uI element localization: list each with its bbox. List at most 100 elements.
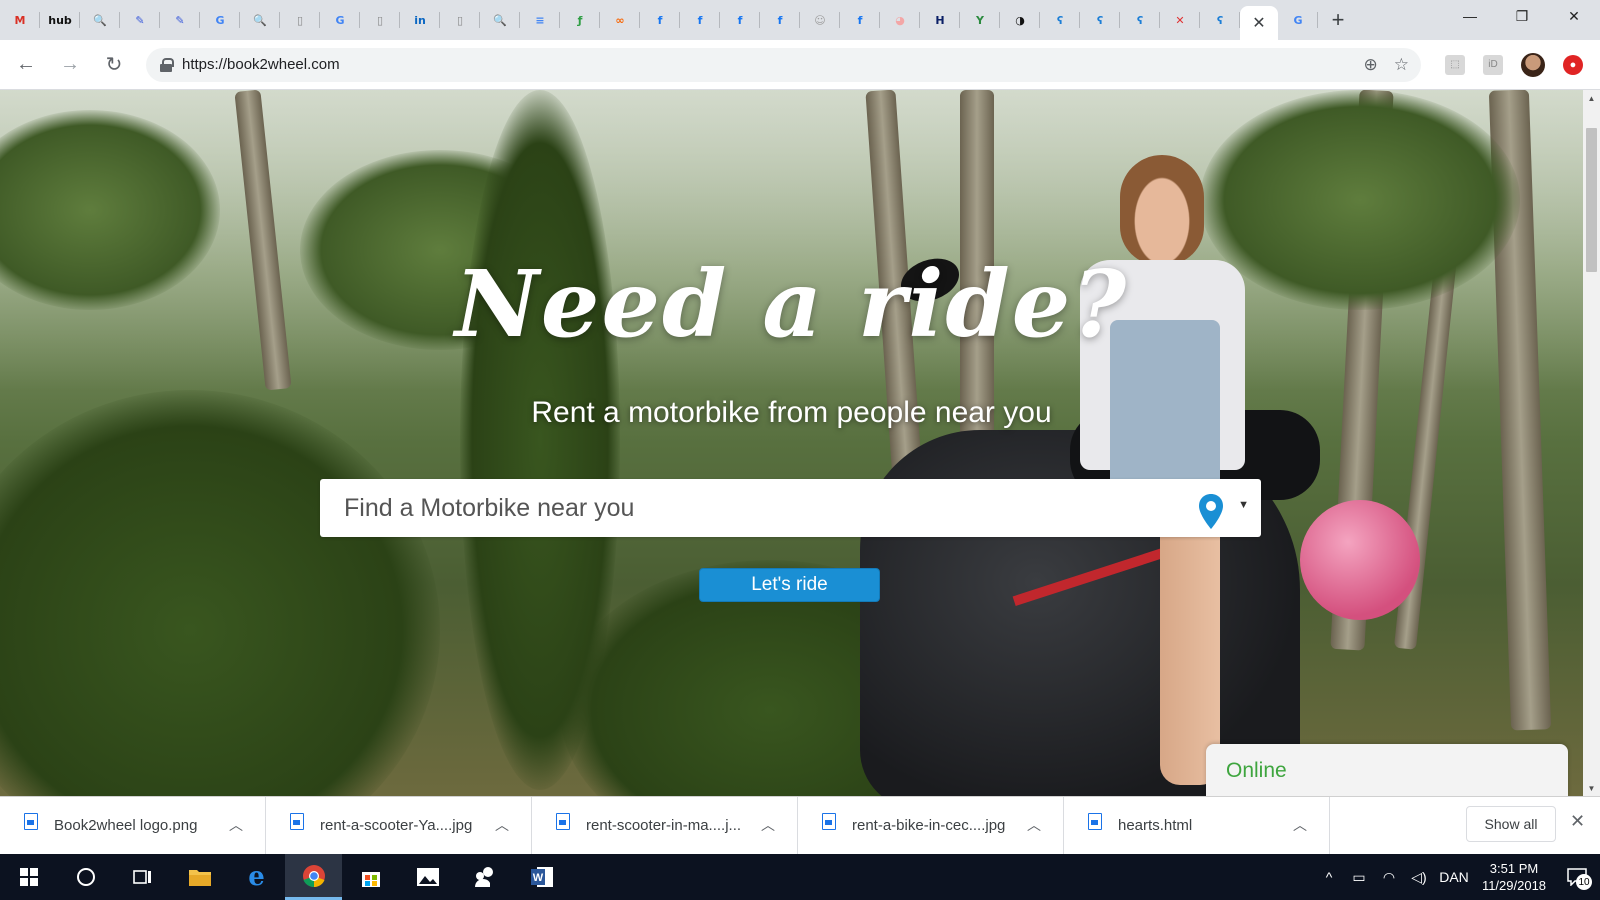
tab[interactable]: f [840,0,880,40]
tab[interactable]: 🔍 [480,0,520,40]
tab[interactable]: 🔍 [80,0,120,40]
link-icon: ∞ [615,13,625,27]
tab[interactable]: ✎ [160,0,200,40]
show-hidden-icons-icon[interactable]: ^ [1314,869,1344,885]
tab[interactable]: ʕ [1200,0,1240,40]
wifi-icon[interactable]: ◠ [1374,869,1404,886]
tab[interactable]: ʕ [1120,0,1160,40]
tab[interactable]: ʕ [1040,0,1080,40]
tab[interactable]: ▯ [360,0,400,40]
cortana-search-button[interactable] [57,854,114,900]
input-language[interactable]: DAN [1434,869,1474,885]
chevron-up-icon[interactable]: ︿ [229,815,243,835]
chevron-up-icon[interactable]: ︿ [1293,815,1307,835]
address-bar[interactable]: https://book2wheel.com ⊕ ☆ [146,47,1421,82]
dropdown-caret-icon[interactable]: ▼ [1238,499,1249,511]
chat-widget[interactable]: Online [1206,744,1568,796]
bookmark-star-icon[interactable]: ☆ [1394,55,1409,75]
scroll-up-icon[interactable]: ▲ [1583,90,1600,106]
download-item[interactable]: rent-a-bike-in-cec....jpg ︿ [798,796,1064,855]
edge-browser-button[interactable]: e [228,854,285,900]
close-tab-icon[interactable]: ✕ [1252,13,1265,33]
tab[interactable]: Y [960,0,1000,40]
profile-avatar[interactable] [1521,52,1545,77]
chevron-up-icon[interactable]: ︿ [495,815,509,835]
facebook-icon: f [697,13,703,27]
google-icon: G [335,13,345,27]
tab[interactable]: f [760,0,800,40]
tab[interactable]: ʕ [1080,0,1120,40]
tab[interactable]: ✕ [1160,0,1200,40]
tab[interactable]: ƒ [560,0,600,40]
tab[interactable]: ✎ [120,0,160,40]
tab[interactable]: ◕ [880,0,920,40]
action-center-button[interactable]: 10 [1554,854,1600,900]
volume-icon[interactable]: ◁) [1404,869,1434,886]
chrome-button[interactable] [285,854,342,900]
search-placeholder: Find a Motorbike near you [344,493,635,522]
url-text[interactable]: https://book2wheel.com [182,56,340,73]
tab[interactable]: ≡ [520,0,560,40]
tab[interactable]: ◑ [1000,0,1040,40]
start-button[interactable] [0,854,57,900]
zoom-icon[interactable]: ⊕ [1364,55,1378,75]
tab[interactable]: f [640,0,680,40]
reload-button[interactable]: ↻ [96,47,132,83]
map-pin-icon[interactable] [1197,493,1225,531]
restore-button[interactable]: ❐ [1496,0,1548,32]
file-icon [290,813,304,830]
reload-icon: ↻ [105,54,123,76]
task-view-button[interactable] [114,854,171,900]
tab-active[interactable]: ✕ [1240,6,1278,40]
close-window-button[interactable]: ✕ [1548,0,1600,32]
download-filename: rent-scooter-in-ma....j... [586,817,742,834]
page-scrollbar[interactable]: ▲ ▼ [1583,90,1600,796]
battery-icon[interactable]: ▭ [1344,869,1374,886]
forward-arrow-icon: → [60,53,80,75]
file-explorer-button[interactable] [171,854,228,900]
new-tab-button[interactable]: + [1318,0,1358,40]
tab[interactable]: M [0,0,40,40]
tab[interactable]: G [1278,0,1318,40]
document-icon: ▯ [296,13,304,27]
tab[interactable]: hub [40,0,80,40]
tab[interactable]: ▯ [280,0,320,40]
photos-button[interactable] [399,854,456,900]
clock[interactable]: 3:51 PM 11/29/2018 [1474,860,1554,894]
scroll-down-icon[interactable]: ▼ [1583,780,1600,796]
people-button[interactable] [456,854,513,900]
location-search-input[interactable]: Find a Motorbike near you ▼ [320,479,1261,537]
facebook-icon: f [857,13,863,27]
tab[interactable]: ☺ [800,0,840,40]
tab[interactable]: f [680,0,720,40]
tab[interactable]: f [720,0,760,40]
scroll-thumb[interactable] [1586,128,1597,272]
download-item[interactable]: rent-scooter-in-ma....j... ︿ [532,796,798,855]
extension-red-icon[interactable]: ● [1563,54,1583,75]
tab[interactable]: in [400,0,440,40]
chevron-up-icon[interactable]: ︿ [1027,815,1041,835]
extension-id-icon[interactable]: iD [1483,54,1503,75]
download-item[interactable]: rent-a-scooter-Ya....jpg ︿ [266,796,532,855]
back-button[interactable]: ← [8,47,44,83]
tab[interactable]: ▯ [440,0,480,40]
notification-count: 10 [1576,874,1592,890]
word-button[interactable]: W [513,854,570,900]
hero-section: Need a ride? Rent a motorbike from peopl… [0,90,1583,796]
download-item[interactable]: hearts.html ︿ [1064,796,1330,855]
chevron-up-icon[interactable]: ︿ [761,815,775,835]
extension-pdf-icon[interactable]: ⬚ [1445,54,1465,75]
download-item[interactable]: Book2wheel logo.png ︿ [0,796,266,855]
store-button[interactable] [342,854,399,900]
show-all-downloads-button[interactable]: Show all [1466,806,1556,842]
lets-ride-button[interactable]: Let's ride [699,568,880,602]
tab[interactable]: ∞ [600,0,640,40]
tab[interactable]: H [920,0,960,40]
close-download-bar-icon[interactable]: ✕ [1570,811,1585,832]
tab[interactable]: 🔍 [240,0,280,40]
tab[interactable]: G [320,0,360,40]
minimize-button[interactable]: — [1444,0,1496,32]
cortana-circle-icon [76,868,95,886]
forward-button[interactable]: → [52,47,88,83]
tab[interactable]: G [200,0,240,40]
